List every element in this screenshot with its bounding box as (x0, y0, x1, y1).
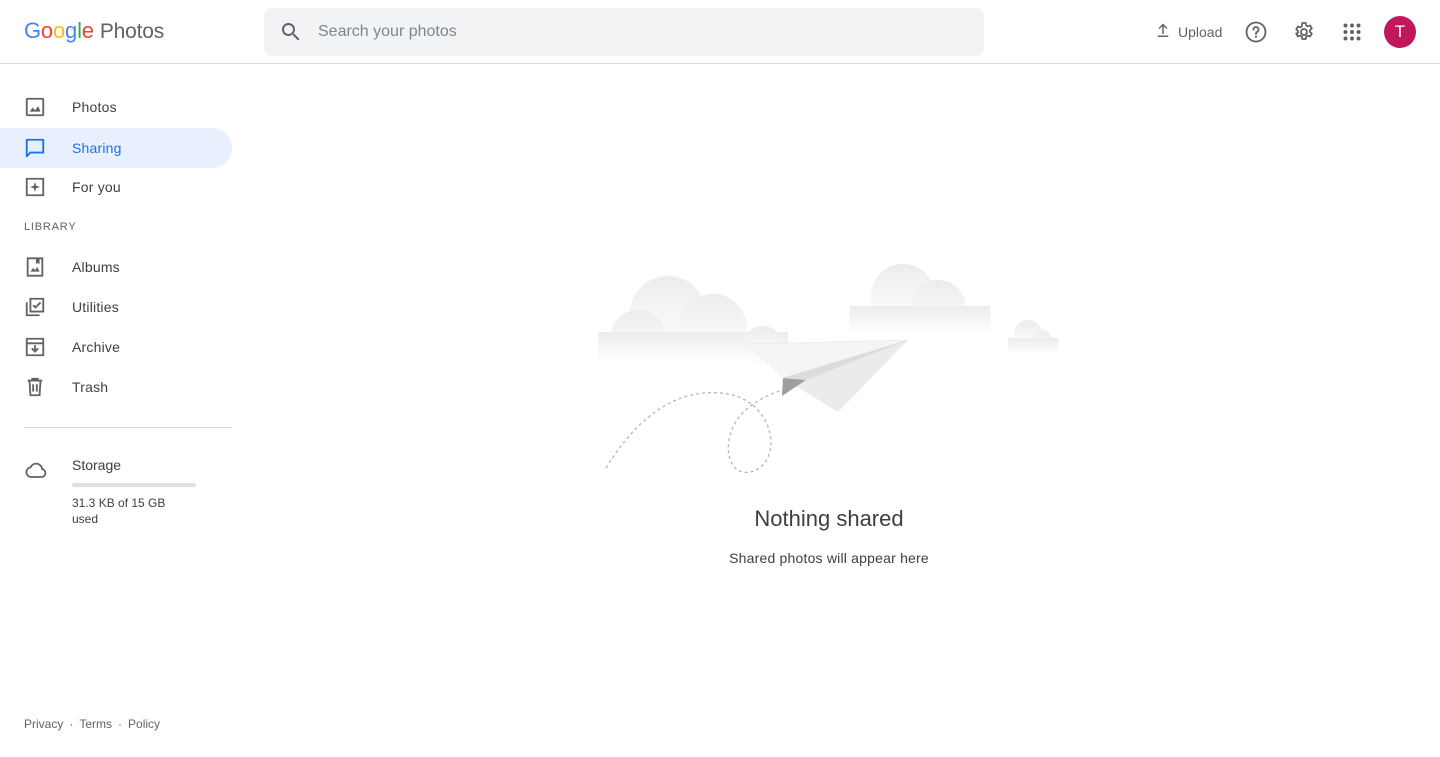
sidebar-item-label: Albums (72, 259, 120, 275)
storage-indicator[interactable]: Storage 31.3 KB of 15 GB used (0, 449, 232, 539)
flight-path (605, 387, 789, 473)
sidebar-item-sharing[interactable]: Sharing (0, 128, 232, 168)
storage-title: Storage (72, 457, 122, 473)
cloud-small (1008, 320, 1058, 354)
main-content: Nothing shared Shared photos will appear… (240, 64, 1440, 757)
upload-label: Upload (1178, 24, 1223, 40)
top-bar: Google Photos Upload T (0, 0, 1440, 64)
terms-link[interactable]: Terms (79, 717, 112, 731)
sidebar-item-photos[interactable]: Photos (0, 87, 232, 127)
footer-separator: · (69, 717, 74, 731)
apps-grid-icon[interactable] (1332, 12, 1372, 52)
sidebar-item-label: Utilities (72, 299, 119, 315)
search-input[interactable] (318, 8, 918, 56)
settings-gear-icon[interactable] (1284, 12, 1324, 52)
paper-plane (747, 339, 909, 412)
album-icon (24, 256, 46, 278)
storage-progress-bar (72, 483, 196, 487)
search-icon[interactable] (264, 8, 318, 56)
archive-icon (24, 336, 46, 358)
cloud-icon (24, 458, 48, 487)
sidebar-item-utilities[interactable]: Utilities (0, 287, 232, 327)
empty-state-title: Nothing shared (754, 506, 904, 531)
sidebar-item-albums[interactable]: Albums (0, 247, 232, 287)
sidebar-item-archive[interactable]: Archive (0, 327, 232, 367)
sidebar-item-label: Archive (72, 339, 121, 355)
cloud-right (850, 264, 990, 336)
sidebar-item-label: Sharing (72, 140, 122, 156)
photo-icon (24, 96, 46, 118)
library-section-label: LIBRARY (24, 221, 77, 233)
privacy-link[interactable]: Privacy (24, 717, 63, 731)
trash-icon (24, 376, 46, 398)
sparkle-icon (24, 176, 46, 198)
upload-button[interactable]: Upload (1148, 16, 1228, 48)
sidebar-item-label: Trash (72, 379, 109, 395)
chat-icon (24, 137, 46, 159)
account-avatar[interactable]: T (1384, 16, 1416, 48)
sidebar-divider (24, 427, 232, 428)
google-photos-logo[interactable]: Google Photos (24, 18, 164, 46)
sidebar-item-for-you[interactable]: For you (0, 167, 232, 207)
checklist-icon (24, 296, 46, 318)
logo-google-text: Google (24, 18, 94, 43)
sidebar-item-trash[interactable]: Trash (0, 367, 232, 407)
empty-state-subtitle: Shared photos will appear here (729, 550, 929, 566)
sidebar-item-label: For you (72, 179, 121, 195)
footer-separator: · (118, 717, 123, 731)
upload-icon (1154, 22, 1172, 43)
sidebar-item-label: Photos (72, 99, 117, 115)
search-bar[interactable] (264, 8, 984, 56)
footer-links: Privacy · Terms · Policy (24, 717, 160, 731)
storage-usage-text: 31.3 KB of 15 GB used (72, 496, 166, 526)
logo-product-text: Photos (99, 20, 164, 43)
paper-plane-illustration (598, 264, 1058, 473)
policy-link[interactable]: Policy (128, 717, 160, 731)
help-icon[interactable] (1236, 12, 1276, 52)
sidebar: Photos Sharing For you LIBRARY Albums Ut… (0, 64, 240, 757)
